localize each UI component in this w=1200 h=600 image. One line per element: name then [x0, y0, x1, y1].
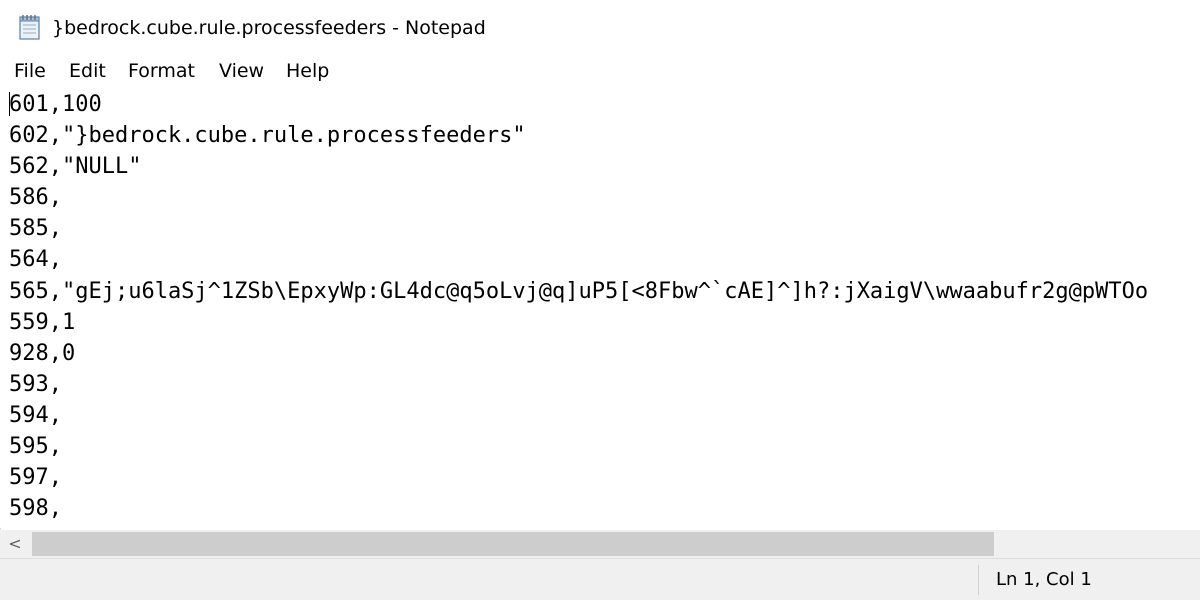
text-editor[interactable]: 601,100 602,"}bedrock.cube.rule.processf… [0, 88, 1200, 528]
menu-view[interactable]: View [219, 58, 264, 84]
editor-line: 602,"}bedrock.cube.rule.processfeeders" [9, 123, 526, 148]
editor-line: 595, [9, 434, 62, 459]
status-bar: Ln 1, Col 1 [0, 558, 1200, 600]
editor-line: 564, [9, 247, 62, 272]
window-title: }bedrock.cube.rule.processfeeders - Note… [52, 17, 486, 39]
menu-bar: File Edit Format View Help [0, 54, 1200, 89]
horizontal-scrollbar[interactable]: < [0, 530, 1200, 558]
title-bar[interactable]: }bedrock.cube.rule.processfeeders - Note… [0, 0, 1200, 54]
editor-line: 593, [9, 372, 62, 397]
menu-edit[interactable]: Edit [69, 58, 106, 84]
scroll-left-arrow-icon[interactable]: < [0, 530, 30, 558]
editor-line: 597, [9, 465, 62, 490]
editor-line: 601,100 [9, 92, 102, 117]
cursor-position: Ln 1, Col 1 [996, 569, 1092, 590]
editor-line: 562,"NULL" [9, 154, 142, 179]
editor-line: 928,0 [9, 341, 76, 366]
notepad-window: }bedrock.cube.rule.processfeeders - Note… [0, 0, 1200, 600]
editor-line: 559,1 [9, 310, 76, 335]
status-divider [978, 565, 979, 595]
menu-help[interactable]: Help [286, 58, 329, 84]
editor-line: 586, [9, 185, 62, 210]
menu-file[interactable]: File [14, 58, 46, 84]
notepad-icon [18, 14, 42, 40]
editor-line: 598, [9, 496, 62, 521]
menu-format[interactable]: Format [128, 58, 195, 84]
editor-line: 594, [9, 403, 62, 428]
editor-line: 585, [9, 216, 62, 241]
editor-line: 565,"gEj;u6laSj^1ZSb\EpxyWp:GL4dc@q5oLvj… [9, 279, 1149, 304]
scroll-thumb[interactable] [32, 532, 994, 556]
